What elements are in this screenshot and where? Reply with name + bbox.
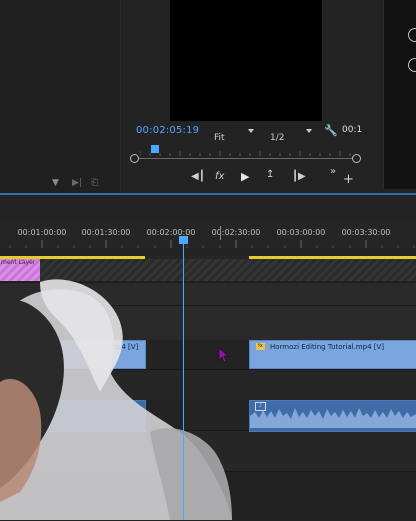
playhead-timecode[interactable]: 00:02:05:19	[136, 125, 199, 136]
program-monitor-video	[170, 0, 322, 121]
zoom-fit-select[interactable]: Fit	[214, 125, 225, 144]
ruler-label: 00:03:30:00	[341, 228, 391, 237]
filter-icon[interactable]: ▼	[52, 178, 59, 188]
zoom-fit-label: Fit	[214, 133, 225, 143]
out-point-handle[interactable]	[352, 154, 361, 163]
radio-button-icon[interactable]	[408, 58, 416, 72]
export-frame-icon[interactable]: ↥	[266, 169, 274, 180]
scrub-track[interactable]	[134, 158, 358, 159]
export-icon[interactable]: ⎗	[91, 178, 98, 188]
video-clip-right-label: Hormozi Editing Tutorial.mp4 [V]	[270, 343, 385, 351]
more-controls-icon[interactable]: »	[330, 166, 336, 177]
duration-timecode: 00:1	[342, 125, 363, 135]
ruler-label: 00:02:30:00	[211, 228, 261, 237]
ruler-label: 00:02:00:00	[146, 228, 196, 237]
project-panel	[0, 0, 121, 193]
step-back-icon[interactable]: ◀┃	[191, 171, 205, 182]
ruler-ticks	[9, 240, 415, 248]
in-point-handle[interactable]	[130, 154, 139, 163]
chevron-down-icon[interactable]	[248, 129, 254, 133]
ruler-label: 00:01:30:00	[81, 228, 131, 237]
fx-badge-label: fx	[258, 343, 263, 349]
scrub-ruler[interactable]	[140, 151, 352, 156]
timeline-playhead-line[interactable]	[183, 241, 184, 520]
fx-label: fx	[215, 171, 225, 182]
monitor-playhead[interactable]	[151, 145, 159, 153]
skip-to-end-icon[interactable]: ▶|	[72, 178, 82, 188]
add-button-icon[interactable]: +	[343, 172, 354, 187]
marker-line	[220, 226, 221, 240]
fx-badge-icon: fx	[256, 343, 265, 350]
mouse-cursor-icon	[218, 347, 230, 363]
wrench-icon[interactable]: 🔧	[324, 124, 338, 137]
ruler-label: 00:01:00:00	[17, 228, 67, 237]
presenter-overlay	[0, 279, 232, 520]
audio-waveform	[250, 408, 416, 428]
fx-icon[interactable]: fx	[215, 171, 224, 182]
timeline-playhead-handle[interactable]	[179, 236, 188, 244]
radio-button-icon[interactable]	[408, 28, 416, 42]
playback-resolution-label: 1/2	[270, 133, 285, 143]
play-icon[interactable]: ▶	[241, 170, 249, 183]
step-forward-icon[interactable]: ┃▶	[292, 171, 306, 182]
ruler-label: 00:03:00:00	[276, 228, 326, 237]
chevron-down-icon[interactable]	[306, 129, 312, 133]
playback-resolution-select[interactable]: 1/2	[270, 125, 284, 144]
right-side-panel	[383, 0, 416, 189]
